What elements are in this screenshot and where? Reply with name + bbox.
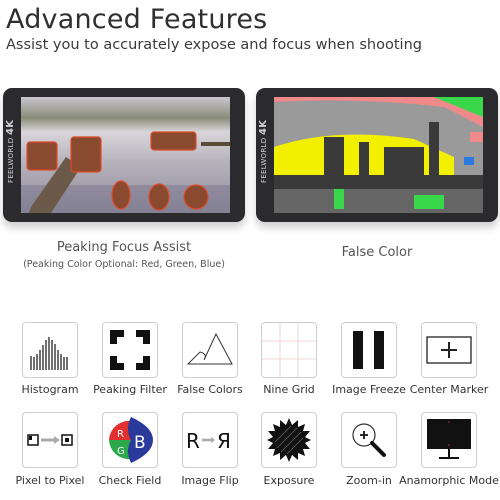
brand-logo: FEELWORLD 4K bbox=[258, 119, 269, 183]
caption-false-color: False Color bbox=[341, 245, 413, 260]
rgb-icon: R G B bbox=[109, 417, 153, 463]
magnifier-icon bbox=[352, 423, 386, 457]
sun-icon bbox=[267, 418, 311, 462]
svg-text:G: G bbox=[117, 446, 125, 457]
feature-nine-grid bbox=[261, 322, 317, 378]
feature-label: Image Freeze bbox=[332, 383, 406, 396]
feature-label: Image Flip bbox=[181, 474, 239, 487]
feature-center-marker bbox=[421, 322, 477, 378]
feature-label: Center Marker bbox=[409, 383, 489, 396]
feature-zoom-in bbox=[341, 412, 397, 468]
flip-icon: R Я bbox=[186, 429, 231, 452]
feature-anamorphic-mode bbox=[421, 412, 477, 468]
crosshair-icon bbox=[426, 336, 472, 364]
feature-label: Peaking Filter bbox=[93, 383, 167, 396]
peaking-screen-image bbox=[21, 97, 230, 213]
feature-label: Exposure bbox=[263, 474, 315, 487]
feature-histogram bbox=[22, 322, 78, 378]
pixel-arrow-icon bbox=[27, 434, 73, 446]
page-title: Advanced Features bbox=[6, 4, 268, 35]
svg-text:B: B bbox=[134, 433, 146, 453]
feature-false-colors bbox=[182, 322, 238, 378]
feature-label: Pixel to Pixel bbox=[15, 474, 85, 487]
feature-pixel-to-pixel bbox=[22, 412, 78, 468]
brand-logo: FEELWORLD 4K bbox=[5, 119, 16, 183]
feature-image-flip: R Я bbox=[182, 412, 238, 468]
grid-icon bbox=[262, 323, 316, 377]
monitor-peaking: FEELWORLD 4K bbox=[3, 88, 245, 222]
feature-label: Anamorphic Mode bbox=[399, 474, 499, 487]
feature-label: Check Field bbox=[98, 474, 162, 487]
svg-text:R: R bbox=[186, 429, 200, 452]
feature-label: Histogram bbox=[21, 383, 79, 396]
feature-peaking-filter bbox=[102, 322, 158, 378]
feature-label: Nine Grid bbox=[263, 383, 315, 396]
monitor-icon bbox=[427, 419, 471, 459]
pause-icon bbox=[353, 331, 384, 369]
caption-peaking: Peaking Focus Assist bbox=[56, 240, 192, 255]
caption-peaking-options: (Peaking Color Optional: Red, Green, Blu… bbox=[23, 259, 225, 270]
false-color-screen-image bbox=[274, 97, 483, 213]
feature-image-freeze bbox=[341, 322, 397, 378]
mountain-icon bbox=[186, 332, 233, 365]
page-subtitle: Assist you to accurately expose and focu… bbox=[6, 37, 422, 53]
feature-check-field: R G B bbox=[102, 412, 158, 468]
peaking-frame-icon bbox=[110, 330, 150, 370]
histogram-icon bbox=[30, 337, 68, 370]
monitor-false-color: FEELWORLD 4K bbox=[256, 88, 498, 222]
svg-text:Я: Я bbox=[217, 429, 231, 452]
feature-exposure bbox=[261, 412, 317, 468]
feature-label: False Colors bbox=[177, 383, 243, 396]
svg-text:R: R bbox=[117, 429, 124, 440]
